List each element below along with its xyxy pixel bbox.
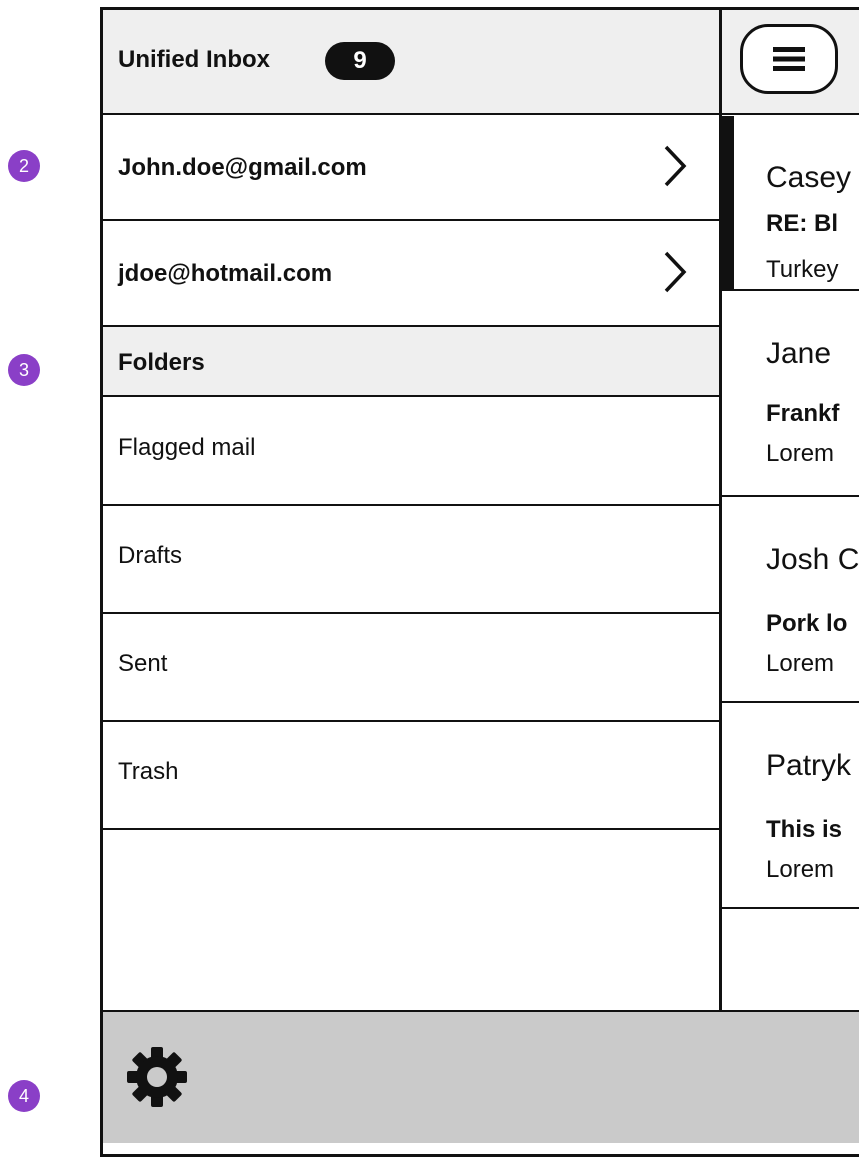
message-list-header [722,10,859,115]
message-preview: Lorem [766,856,835,883]
account-item-hotmail[interactable]: jdoe@hotmail.com [103,222,719,327]
message-item[interactable]: Jane Frankf Lorem [722,292,859,497]
folder-item-trash[interactable]: Trash [103,722,719,830]
message-item[interactable]: Josh C Pork lo Lorem [722,498,859,703]
chevron-right-icon [664,145,687,187]
folder-item-sent[interactable]: Sent [103,614,719,722]
folder-label: Flagged mail [118,434,256,461]
folder-label: Sent [118,650,168,677]
hamburger-menu-icon [773,47,805,71]
annotation-marker-3: 3 [8,354,40,386]
message-preview: Lorem [766,440,835,467]
chevron-right-icon [664,251,687,293]
message-item[interactable]: Casey RE: Bl Turkey [722,116,859,291]
unified-inbox-title: Unified Inbox [118,46,270,73]
message-sender: Jane [766,337,832,370]
bottom-toolbar [103,1010,859,1143]
message-preview: Lorem [766,650,835,677]
message-list-pane: Casey RE: Bl Turkey Jane Frankf Lorem Jo… [722,10,859,1010]
account-label: John.doe@gmail.com [118,154,367,181]
folder-label: Drafts [118,542,183,569]
folders-heading: Folders [118,349,205,376]
message-sender: Patryk [766,749,852,782]
unread-count-badge: 9 [325,42,395,80]
menu-button[interactable] [740,24,838,94]
message-sender: Josh C [766,543,859,576]
message-item[interactable]: Patryk This is Lorem [722,704,859,909]
message-subject: Pork lo [766,610,848,637]
folder-item-flagged[interactable]: Flagged mail [103,398,719,506]
annotation-marker-4: 4 [8,1080,40,1112]
message-subject: RE: Bl [766,210,838,237]
folder-item-drafts[interactable]: Drafts [103,506,719,614]
message-subject: This is [766,816,843,843]
selected-indicator [722,116,734,291]
message-preview: Turkey [766,256,839,283]
account-label: jdoe@hotmail.com [118,260,333,287]
annotation-marker-2: 2 [8,150,40,182]
folder-label: Trash [118,758,179,785]
sidebar: Unified Inbox 9 John.doe@gmail.com jdoe@… [103,10,719,1143]
folders-section-header: Folders [103,327,719,397]
gear-icon[interactable] [125,1045,189,1109]
message-subject: Frankf [766,400,840,427]
account-item-gmail[interactable]: John.doe@gmail.com [103,116,719,221]
message-sender: Casey [766,161,852,194]
unified-inbox-header[interactable]: Unified Inbox 9 [103,10,719,115]
